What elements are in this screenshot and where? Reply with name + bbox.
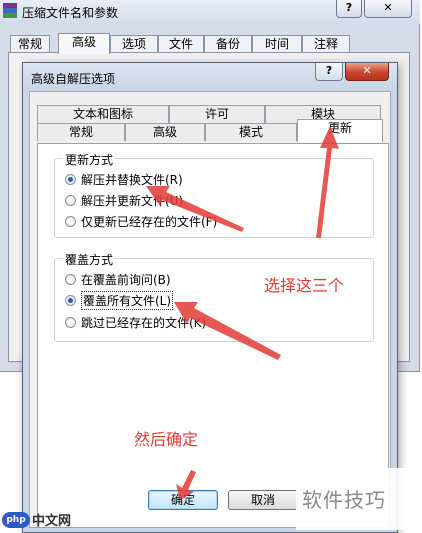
radio-label: 跳过已经存在的文件(K) [81,315,207,330]
radio-ask-before-overwrite[interactable]: 在覆盖前询问(B) [65,271,171,287]
radio-extract-and-replace[interactable]: 解压并替换文件(R) [65,171,183,187]
watermark-panel: 软件技巧 [296,468,422,530]
background-window-title: 压缩文件名和参数 [22,6,119,20]
background-title-bar: 压缩文件名和参数 ? ✕ [0,0,420,24]
tab-update[interactable]: 更新 [297,119,383,142]
watermark-text: 软件技巧 [302,488,386,512]
annotation-then-confirm: 然后确定 [134,430,199,449]
radio-overwrite-all[interactable]: 覆盖所有文件(L) [65,290,174,310]
tab-backup[interactable]: 备份 [204,35,252,53]
radio-button[interactable] [65,273,76,285]
ok-button[interactable]: 确定 [148,490,218,510]
tab-time[interactable]: 时间 [252,35,302,53]
help-button[interactable]: ? [336,0,362,18]
close-button[interactable]: ✕ [364,0,412,18]
tab-general[interactable]: 常规 [37,123,125,141]
radio-label: 覆盖所有文件(L) [81,290,174,310]
radio-button-selected[interactable] [65,173,76,185]
overwrite-mode-label: 覆盖方式 [63,251,116,268]
radio-label: 解压并更新文件(U) [81,193,184,208]
tab-advanced[interactable]: 高级 [125,123,205,141]
update-method-group: 更新方式 解压并替换文件(R) 解压并更新文件(U) 仅更新已经存在的文件(F) [54,151,374,238]
tab-mode[interactable]: 模式 [205,123,297,141]
php-logo-icon: php [2,511,30,528]
tab-comment[interactable]: 注释 [302,35,350,53]
tab-general[interactable]: 常规 [10,35,50,53]
tab-license[interactable]: 许可 [169,105,265,123]
overwrite-mode-group: 覆盖方式 在覆盖前询问(B) 覆盖所有文件(L) 跳过已经存在的文件(K) [54,251,374,342]
annotation-select-these-three: 选择这三个 [264,276,345,295]
radio-label: 仅更新已经存在的文件(F) [81,214,218,229]
radio-label: 在覆盖前询问(B) [81,272,171,287]
cancel-button[interactable]: 取消 [228,490,298,510]
radio-button[interactable] [65,316,76,328]
update-method-label: 更新方式 [63,151,116,168]
radio-label: 解压并替换文件(R) [81,172,183,187]
radio-button[interactable] [65,194,76,206]
dialog-help-button[interactable]: ? [315,63,343,81]
tab-advanced[interactable]: 高级 [58,33,110,54]
tab-files[interactable]: 文件 [158,35,204,53]
dialog-title: 高级自解压选项 [31,72,116,86]
site-logo-text: 中文网 [32,514,72,529]
radio-button-selected[interactable] [65,294,76,306]
site-logo: php 中文网 [2,510,71,529]
radio-extract-and-update[interactable]: 解压并更新文件(U) [65,192,183,208]
radio-button[interactable] [65,215,76,227]
winrar-app-icon [3,3,17,18]
dialog-title-bar: 高级自解压选项 ? ✕ [23,63,397,91]
radio-update-existing-only[interactable]: 仅更新已经存在的文件(F) [65,213,217,229]
tab-options[interactable]: 选项 [110,35,158,53]
advanced-sfx-options-dialog: 高级自解压选项 ? ✕ 文本和图标 许可 模块 常规 高级 模式 更新 更新方式… [22,62,398,533]
dialog-close-button[interactable]: ✕ [345,63,389,81]
radio-skip-existing[interactable]: 跳过已经存在的文件(K) [65,314,206,330]
tab-text-and-icon[interactable]: 文本和图标 [37,105,169,123]
